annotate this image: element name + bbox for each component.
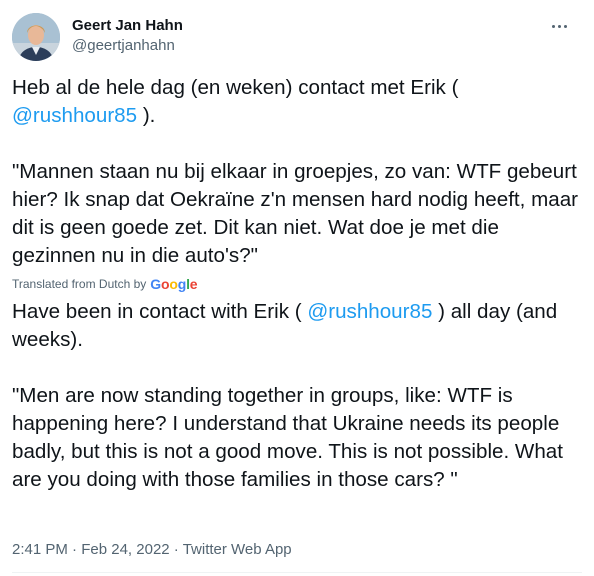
- tweet-text-segment: Heb al de hele dag (en weken) contact me…: [12, 76, 459, 99]
- divider: [12, 572, 582, 573]
- mention-link[interactable]: @rushhour85: [307, 300, 432, 323]
- author-handle[interactable]: @geertjanhahn: [72, 36, 183, 56]
- author-display-name[interactable]: Geert Jan Hahn: [72, 16, 183, 36]
- more-horizontal-icon[interactable]: [544, 16, 574, 36]
- mention-link[interactable]: @rushhour85: [12, 104, 137, 127]
- tweet-time[interactable]: 2:41 PM: [12, 541, 68, 558]
- author-names: Geert Jan Hahn @geertjanhahn: [72, 16, 183, 56]
- tweet-meta: 2:41 PM · Feb 24, 2022 · Twitter Web App: [12, 540, 292, 560]
- tweet-source[interactable]: Twitter Web App: [183, 541, 292, 558]
- translated-text-segment: Have been in contact with Erik (: [12, 300, 308, 323]
- tweet-date[interactable]: Feb 24, 2022: [81, 541, 169, 558]
- translation-notice: Translated from Dutch by Google: [12, 276, 198, 292]
- translated-paragraph: Have been in contact with Erik ( @rushho…: [12, 298, 580, 354]
- meta-separator: ·: [173, 541, 179, 558]
- tweet-paragraph: "Mannen staan nu bij elkaar in groepjes,…: [12, 160, 579, 267]
- meta-separator: ·: [72, 541, 78, 558]
- translated-paragraph: "Men are now standing together in groups…: [12, 384, 563, 491]
- translated-text: Have been in contact with Erik ( @rushho…: [12, 298, 580, 494]
- translation-notice-label: Translated from Dutch by: [12, 277, 147, 291]
- profile-photo-icon: [12, 13, 60, 61]
- tweet-header: Geert Jan Hahn @geertjanhahn: [12, 10, 582, 61]
- tweet-text-segment: ).: [137, 104, 156, 127]
- tweet-paragraph: Heb al de hele dag (en weken) contact me…: [12, 74, 580, 130]
- avatar[interactable]: [12, 13, 60, 61]
- tweet-text: Heb al de hele dag (en weken) contact me…: [12, 74, 580, 270]
- tweet: Geert Jan Hahn @geertjanhahn Heb al de h…: [0, 0, 594, 576]
- google-logo[interactable]: Google: [150, 276, 197, 292]
